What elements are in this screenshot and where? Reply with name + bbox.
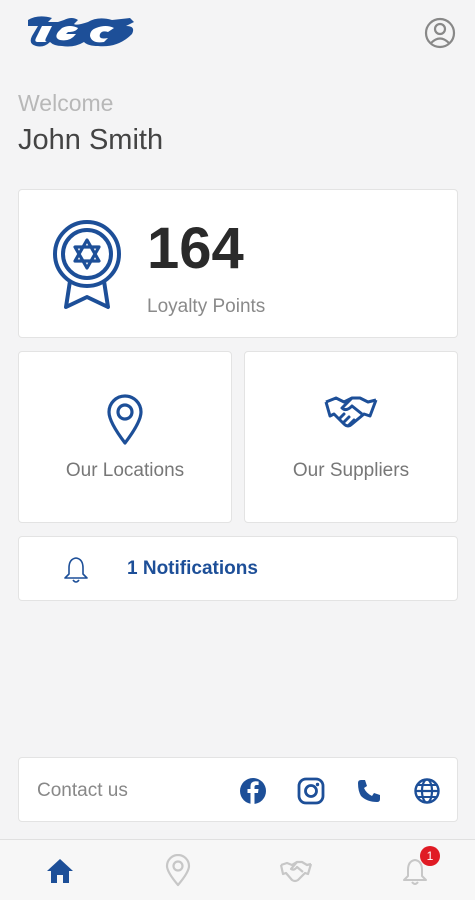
- instagram-icon[interactable]: [297, 777, 325, 805]
- loyalty-points-value: 164: [147, 216, 244, 281]
- our-suppliers-tile[interactable]: Our Suppliers: [244, 351, 458, 523]
- award-badge-star-icon: [53, 220, 121, 309]
- our-locations-tile[interactable]: Our Locations: [18, 351, 232, 523]
- home-icon[interactable]: [43, 854, 77, 888]
- our-locations-label: Our Locations: [65, 460, 185, 481]
- welcome-label: Welcome: [18, 90, 114, 116]
- notification-count-badge: 1: [420, 846, 440, 866]
- loyalty-points-card[interactable]: 164 Loyalty Points: [18, 189, 458, 338]
- contact-card: Contact us: [18, 757, 458, 822]
- contact-us-label: Contact us: [37, 780, 128, 801]
- handshake-icon: [324, 396, 378, 428]
- globe-icon[interactable]: [413, 777, 441, 805]
- user-name: John Smith: [18, 124, 164, 156]
- notifications-card[interactable]: 1 Notifications: [18, 536, 458, 601]
- bell-icon: [64, 557, 88, 583]
- loyalty-points-label: Loyalty Points: [147, 296, 266, 317]
- app-header: [0, 0, 475, 70]
- our-suppliers-label: Our Suppliers: [292, 460, 410, 481]
- bottom-navigation: 1: [0, 839, 475, 900]
- nav-map-pin-icon[interactable]: [161, 854, 195, 888]
- notifications-label: 1 Notifications: [127, 558, 258, 579]
- user-circle-icon[interactable]: [423, 16, 457, 50]
- facebook-icon[interactable]: [239, 777, 267, 805]
- phone-icon[interactable]: [355, 777, 383, 805]
- map-pin-icon: [107, 394, 143, 445]
- tec-logo: [28, 16, 134, 47]
- nav-handshake-icon[interactable]: [279, 854, 313, 888]
